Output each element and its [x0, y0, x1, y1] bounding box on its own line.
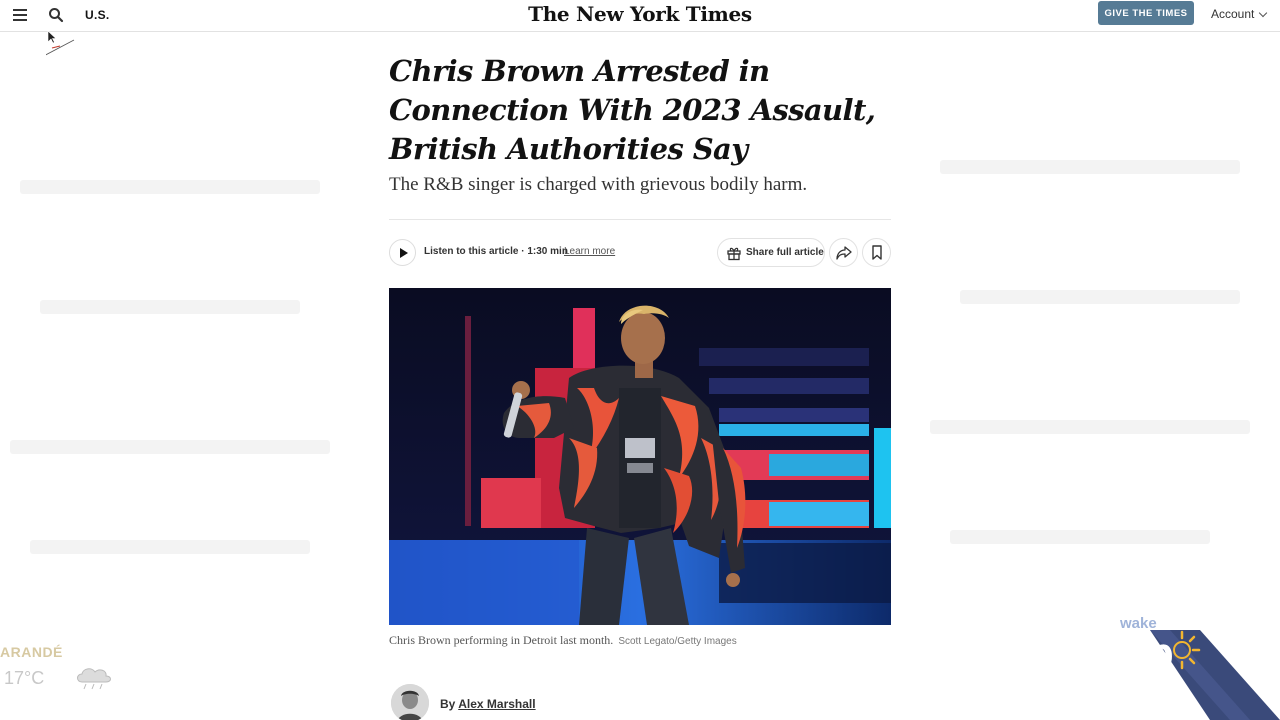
byline-prefix: By — [440, 697, 456, 711]
gift-icon — [727, 247, 741, 260]
article-photo — [389, 288, 891, 625]
author-portrait — [391, 684, 429, 720]
account-label: Account — [1211, 7, 1255, 21]
give-the-times-button[interactable]: GIVE THE TIMES — [1098, 1, 1194, 25]
listen-label: Listen to this article · 1:30 min — [424, 246, 568, 257]
mouse-cursor-icon — [46, 30, 75, 56]
article-summary: The R&B singer is charged with grievous … — [389, 174, 808, 195]
share-button[interactable] — [829, 238, 858, 267]
share-label: Share full article — [746, 247, 824, 258]
article-headline: Chris Brown Arrested in Connection With … — [389, 54, 876, 166]
weather-temperature: 17°C — [4, 668, 45, 688]
save-button[interactable] — [862, 238, 891, 267]
photo-credit: Scott Legato/Getty Images — [618, 636, 737, 647]
play-audio-button[interactable] — [389, 239, 416, 266]
chevron-down-icon — [1259, 8, 1268, 18]
article-toolbar: Listen to this article · 1:30 min Learn … — [389, 237, 891, 267]
share-full-article-button[interactable]: Share full article — [717, 238, 825, 267]
bookmark-icon — [871, 245, 882, 260]
author-avatar[interactable] — [391, 684, 429, 720]
concert-photo-illustration — [389, 288, 891, 625]
author-link[interactable]: Alex Marshall — [458, 697, 535, 711]
share-arrow-icon — [835, 245, 852, 260]
account-menu[interactable]: Account — [1211, 7, 1268, 21]
svg-text:up: up — [1120, 629, 1174, 678]
show-logo: wake up — [1110, 610, 1280, 720]
caption-text: Chris Brown performing in Detroit last m… — [389, 633, 614, 647]
site-header: U.S. The New York Times GIVE THE TIMES A… — [0, 0, 1280, 32]
photo-caption: Chris Brown performing in Detroit last m… — [389, 633, 737, 648]
divider — [389, 219, 891, 220]
wake-up-logo-icon: wake up — [1119, 615, 1280, 720]
learn-more-link[interactable]: Learn more — [564, 246, 615, 257]
weather-city: ARANDÉ — [0, 644, 63, 660]
nyt-logo[interactable]: The New York Times — [0, 2, 1280, 26]
rain-cloud-icon — [77, 668, 111, 690]
byline: By Alex Marshall — [440, 697, 536, 711]
weather-overlay: ARANDÉ 17°C — [0, 640, 130, 700]
